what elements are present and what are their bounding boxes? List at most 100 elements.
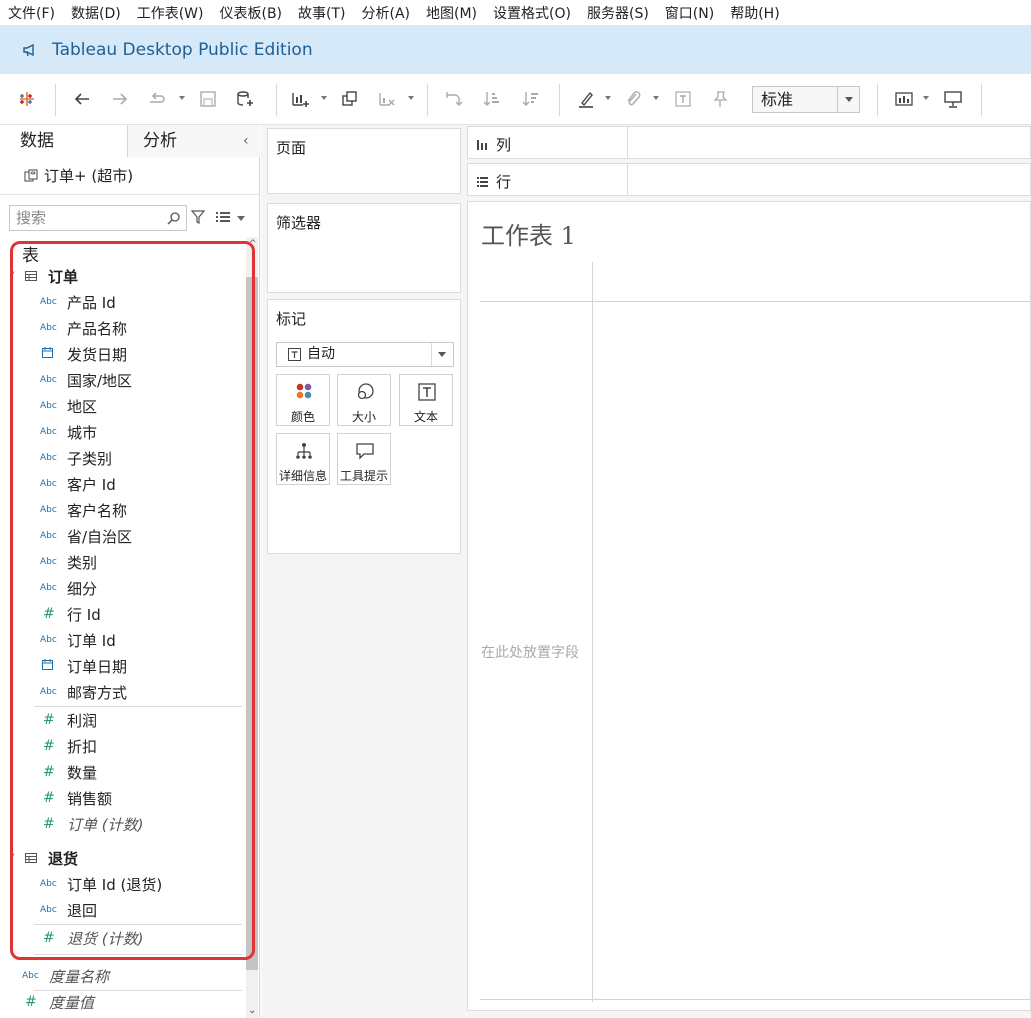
color-button[interactable]: 颜色 [276, 374, 330, 426]
tooltip-button[interactable]: 工具提示 [337, 433, 391, 485]
field-item[interactable]: # 利润 [0, 707, 246, 733]
menu-file[interactable]: 文件(F) [8, 3, 55, 23]
new-worksheet-icon[interactable] [289, 88, 311, 110]
chevron-down-icon[interactable] [431, 343, 453, 366]
cards-column: 页面 筛选器 标记 自动 颜色 大小 文本 详细信息 工具提示 [261, 125, 467, 1018]
field-item[interactable]: Abc 子类别 [0, 445, 246, 471]
forward-icon[interactable] [109, 88, 131, 110]
clear-dropdown-caret[interactable] [408, 96, 414, 100]
scrollbar[interactable]: ^ ⌄ [246, 237, 258, 1018]
field-item[interactable]: Abc 产品名称 [0, 315, 246, 341]
field-item[interactable]: Abc 客户 Id [0, 471, 246, 497]
sort-desc-icon[interactable] [520, 88, 542, 110]
field-item[interactable]: 订单日期 [0, 653, 246, 679]
field-item[interactable]: Abc 客户名称 [0, 497, 246, 523]
menu-dashboard[interactable]: 仪表板(B) [219, 3, 282, 23]
menu-data[interactable]: 数据(D) [71, 3, 121, 23]
field-item[interactable]: # 销售额 [0, 785, 246, 811]
field-item[interactable]: # 订单 (计数) [0, 811, 246, 837]
field-item[interactable]: Abc 度量名称 [0, 963, 246, 989]
menu-worksheet[interactable]: 工作表(W) [137, 3, 204, 23]
detail-button[interactable]: 详细信息 [276, 433, 330, 485]
field-item[interactable]: Abc 产品 Id [0, 289, 246, 315]
field-item[interactable]: Abc 国家/地区 [0, 367, 246, 393]
attach-dropdown-caret[interactable] [653, 96, 659, 100]
redo-dropdown-caret[interactable] [179, 96, 185, 100]
search-input[interactable] [10, 206, 160, 230]
show-me-dropdown-caret[interactable] [923, 96, 929, 100]
field-item[interactable]: 发货日期 [0, 341, 246, 367]
size-button[interactable]: 大小 [337, 374, 391, 426]
label-icon[interactable] [672, 88, 694, 110]
datasource-item[interactable]: 订单+ (超市) [24, 165, 133, 186]
pane-tabs: 数据 分析 ‹ [0, 125, 260, 157]
field-item[interactable]: Abc 类别 [0, 549, 246, 575]
field-item[interactable]: Abc 订单 Id (退货) [0, 871, 246, 897]
pages-shelf[interactable]: 页面 [267, 128, 461, 194]
sheet-title[interactable]: 工作表 1 [481, 216, 576, 251]
field-item[interactable]: Abc 订单 Id [0, 627, 246, 653]
chevron-left-icon[interactable]: ‹ [243, 133, 249, 149]
fit-dropdown[interactable]: 标准 [752, 86, 860, 113]
pages-shelf-title: 页面 [276, 139, 307, 157]
highlight-icon[interactable] [575, 88, 597, 110]
filters-shelf[interactable]: 筛选器 [267, 203, 461, 293]
pin-icon[interactable] [709, 88, 731, 110]
field-item[interactable]: Abc 退回 [0, 897, 246, 923]
worksheet-canvas[interactable]: 工作表 1 在此处放置字段 [467, 201, 1031, 1011]
field-item[interactable]: Abc 省/自治区 [0, 523, 246, 549]
field-item[interactable]: # 退货 (计数) [0, 925, 246, 951]
text-button[interactable]: 文本 [399, 374, 453, 426]
chevron-down-icon[interactable]: ˅ [10, 852, 16, 865]
field-item[interactable]: # 度量值 [0, 989, 246, 1015]
view-list-icon[interactable] [216, 211, 230, 223]
field-item[interactable]: Abc 城市 [0, 419, 246, 445]
presentation-icon[interactable] [942, 88, 964, 110]
search-icon[interactable] [166, 210, 182, 226]
mark-type-dropdown[interactable]: 自动 [276, 342, 454, 367]
field-item[interactable]: Abc 邮寄方式 [0, 679, 246, 705]
field-item[interactable]: # 行 Id [0, 601, 246, 627]
scroll-down-icon[interactable]: ⌄ [248, 1005, 256, 1016]
chevron-down-icon[interactable]: ˅ [10, 270, 16, 283]
menu-format[interactable]: 设置格式(O) [493, 3, 571, 23]
filter-icon[interactable] [190, 209, 206, 225]
field-item[interactable]: # 折扣 [0, 733, 246, 759]
field-item[interactable]: Abc 地区 [0, 393, 246, 419]
menu-window[interactable]: 窗口(N) [665, 3, 714, 23]
table-group-0[interactable]: ˅ 订单 [0, 263, 246, 289]
menu-help[interactable]: 帮助(H) [730, 3, 779, 23]
menu-map[interactable]: 地图(M) [426, 3, 477, 23]
field-item[interactable]: # 数量 [0, 759, 246, 785]
tab-data[interactable]: 数据 [0, 125, 128, 157]
scroll-thumb[interactable] [246, 277, 258, 970]
clear-icon[interactable] [376, 88, 398, 110]
new-worksheet-dropdown-caret[interactable] [321, 96, 327, 100]
search-field[interactable] [9, 205, 187, 231]
back-icon[interactable] [71, 88, 93, 110]
drop-field-hint[interactable]: 在此处放置字段 [481, 642, 579, 662]
menu-story[interactable]: 故事(T) [298, 3, 345, 23]
toolbar-separator [427, 84, 428, 116]
menu-analysis[interactable]: 分析(A) [362, 3, 411, 23]
view-list-caret[interactable] [237, 216, 245, 221]
new-datasource-icon[interactable] [234, 88, 256, 110]
show-me-icon[interactable] [893, 88, 915, 110]
scroll-up-icon[interactable]: ^ [249, 239, 257, 249]
duplicate-icon[interactable] [338, 88, 360, 110]
sort-asc-icon[interactable] [481, 88, 503, 110]
tableau-logo-icon[interactable] [16, 88, 38, 110]
attach-icon[interactable] [622, 88, 644, 110]
highlight-dropdown-caret[interactable] [605, 96, 611, 100]
field-item[interactable]: Abc 细分 [0, 575, 246, 601]
tab-analytics[interactable]: 分析 [128, 125, 260, 157]
columns-drop-zone[interactable] [627, 127, 1031, 158]
redo-icon[interactable] [146, 88, 168, 110]
menu-server[interactable]: 服务器(S) [587, 3, 649, 23]
rows-drop-zone[interactable] [627, 164, 1031, 195]
megaphone-icon[interactable] [22, 42, 38, 58]
chevron-down-icon[interactable] [837, 87, 859, 112]
save-icon[interactable] [197, 88, 219, 110]
table-group-1[interactable]: ˅ 退货 [0, 845, 246, 871]
swap-icon[interactable] [442, 88, 464, 110]
